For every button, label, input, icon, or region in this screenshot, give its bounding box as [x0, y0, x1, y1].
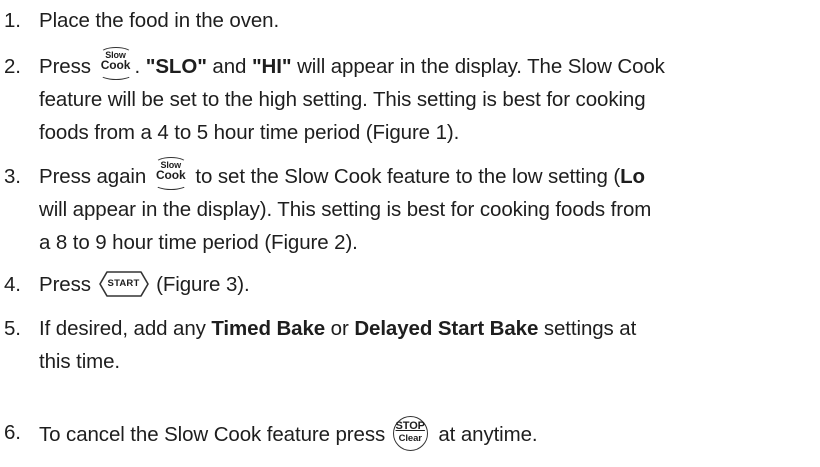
- step-text: Press: [39, 273, 91, 296]
- display-code-slo: "SLO": [145, 55, 207, 78]
- step-number: 2.: [4, 55, 21, 78]
- step-line: foods from a 4 to 5 hour time period (Fi…: [39, 121, 460, 144]
- step-number: 3.: [4, 165, 21, 188]
- step-line: will appear in the display). This settin…: [39, 198, 652, 221]
- step-line: Press Slow Cook . "SLO" and "HI" will ap…: [39, 47, 817, 83]
- step-text: Place the food in the oven.: [39, 9, 280, 32]
- step-number: 6.: [4, 421, 21, 444]
- step-line: If desired, add any Timed Bake or Delaye…: [39, 317, 637, 340]
- delayed-start-bake-term: Delayed Start Bake: [354, 317, 539, 340]
- stop-clear-key-icon: STOP Clear: [392, 416, 431, 452]
- step-line: a 8 to 9 hour time period (Figure 2).: [39, 231, 358, 254]
- slow-cook-key-icon: Slow Cook: [153, 157, 189, 190]
- step-number: 4.: [4, 273, 21, 296]
- timed-bake-term: Timed Bake: [211, 317, 326, 340]
- step-text: To cancel the Slow Cook feature press: [39, 423, 386, 446]
- step-line: this time.: [39, 350, 121, 373]
- step-line: Press START (Figure 3).: [39, 271, 250, 297]
- start-key-icon: START: [98, 271, 149, 297]
- step-number: 1.: [4, 9, 21, 32]
- display-code-hi: "HI": [251, 55, 292, 78]
- step-line: feature will be set to the high setting.…: [39, 88, 646, 111]
- step-line: To cancel the Slow Cook feature press ST…: [39, 416, 817, 452]
- step-line: Press again Slow Cook to set the Slow Co…: [39, 157, 817, 193]
- step-text: Press: [39, 55, 91, 78]
- step-text: Press again: [39, 165, 147, 188]
- display-code-lo: Lo: [620, 165, 645, 188]
- instruction-page: 1. Place the food in the oven. 2. Press …: [0, 0, 820, 467]
- step-number: 5.: [4, 317, 21, 340]
- slow-cook-key-icon: Slow Cook: [98, 47, 134, 80]
